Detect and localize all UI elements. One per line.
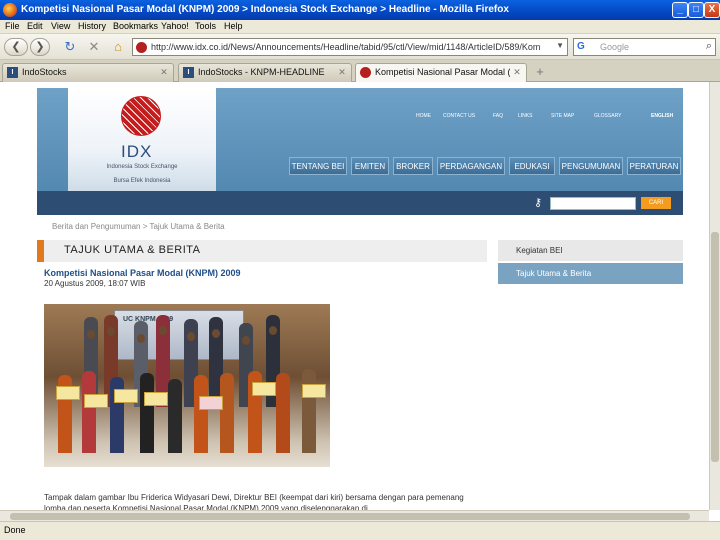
menu-bar: File Edit View History Bookmarks Yahoo! … (0, 20, 720, 34)
link-site-map[interactable]: SITE MAP (551, 113, 574, 119)
site-search-button[interactable]: CARI (641, 197, 671, 209)
indostocks-favicon: I (183, 67, 194, 78)
horizontal-scrollbar[interactable] (0, 510, 709, 521)
section-header: TAJUK UTAMA & BERITA (37, 240, 487, 262)
tab-label: Kompetisi Nasional Pasar Modal (K... (375, 67, 510, 77)
firefox-icon (3, 3, 17, 17)
tab-label: IndoStocks (22, 67, 67, 77)
tab-indostocks-knpm[interactable]: I IndoStocks - KNPM-HEADLINE ✕ (178, 63, 352, 82)
side-item-kegiatan-bei[interactable]: Kegiatan BEI (498, 240, 683, 261)
forward-button[interactable]: ❯ (30, 38, 50, 56)
menu-edit[interactable]: Edit (27, 21, 43, 31)
window-title: Kompetisi Nasional Pasar Modal (KNPM) 20… (21, 4, 509, 15)
link-english[interactable]: ENGLISH (651, 113, 673, 119)
tab-indostocks[interactable]: I IndoStocks ✕ (2, 63, 174, 82)
status-bar: Done (0, 521, 720, 540)
idx-favicon (360, 67, 371, 78)
logo-text: IDX (121, 142, 153, 161)
link-home[interactable]: HOME (416, 113, 431, 119)
site-search-input[interactable] (550, 197, 636, 210)
home-icon[interactable]: ⌂ (110, 39, 126, 55)
stop-icon[interactable]: ✕ (86, 39, 102, 55)
article-photo: UC KNPM 2009 (44, 304, 330, 467)
site-search-strip: ⚷ CARI (37, 191, 683, 215)
menu-yahoo[interactable]: Yahoo! (161, 21, 189, 31)
menu-bookmarks[interactable]: Bookmarks (113, 21, 158, 31)
menu-history[interactable]: History (78, 21, 106, 31)
site-header: IDX Indonesia Stock Exchange Bursa Efek … (37, 88, 683, 215)
idx-logo[interactable]: IDX Indonesia Stock Exchange Bursa Efek … (68, 88, 216, 191)
link-links[interactable]: LINKS (518, 113, 532, 119)
nav-emiten[interactable]: EMITEN (351, 157, 389, 175)
nav-edukasi[interactable]: EDUKASI (509, 157, 555, 175)
site-favicon (136, 42, 147, 53)
chevron-down-icon[interactable]: ▼ (556, 41, 564, 50)
tab-kompetisi[interactable]: Kompetisi Nasional Pasar Modal (K... ✕ (355, 63, 527, 82)
scroll-thumb[interactable] (711, 232, 719, 462)
link-contact-us[interactable]: CONTACT US (443, 113, 475, 119)
tab-close-icon[interactable]: ✕ (336, 66, 348, 78)
back-button[interactable]: ❮ (4, 38, 28, 56)
logo-subtitle-id: Bursa Efek Indonesia (113, 178, 171, 184)
link-faq[interactable]: FAQ (493, 113, 503, 119)
idx-logo-mark-icon (121, 96, 161, 136)
navigation-toolbar: ❮ ❯ ↻ ✕ ⌂ http://www.idx.co.id/News/Anno… (0, 34, 720, 60)
link-glossary[interactable]: GLOSSARY (594, 113, 621, 119)
nav-tentang-bei[interactable]: TENTANG BEI (289, 157, 347, 175)
logo-subtitle: Indonesia Stock Exchange (106, 164, 178, 170)
nav-broker[interactable]: BROKER (393, 157, 433, 175)
minimize-button[interactable]: _ (672, 2, 688, 18)
new-tab-icon[interactable]: + (531, 64, 549, 80)
search-placeholder: Google (600, 42, 630, 52)
tab-label: IndoStocks - KNPM-HEADLINE (198, 67, 325, 77)
side-item-tajuk-utama[interactable]: Tajuk Utama & Berita (498, 263, 683, 284)
page-content: IDX Indonesia Stock Exchange Bursa Efek … (0, 82, 709, 510)
tab-close-icon[interactable]: ✕ (511, 66, 523, 78)
key-icon: ⚷ (534, 197, 543, 209)
menu-tools[interactable]: Tools (195, 21, 216, 31)
menu-help[interactable]: Help (224, 21, 243, 31)
article-body: Tampak dalam gambar Ibu Friderica Widyas… (44, 493, 464, 510)
menu-view[interactable]: View (51, 21, 70, 31)
article-date: 20 Agustus 2009, 18:07 WIB (44, 279, 146, 288)
nav-pengumuman[interactable]: PENGUMUMAN (559, 157, 623, 175)
menu-file[interactable]: File (5, 21, 20, 31)
status-text: Done (4, 525, 26, 535)
nav-peraturan[interactable]: PERATURAN (627, 157, 681, 175)
tab-bar: I IndoStocks ✕ I IndoStocks - KNPM-HEADL… (0, 60, 720, 82)
search-icon[interactable]: ⌕ (706, 40, 712, 53)
indostocks-favicon: I (7, 67, 18, 78)
nav-perdagangan[interactable]: PERDAGANGAN (437, 157, 505, 175)
section-title: TAJUK UTAMA & BERITA (64, 244, 201, 256)
close-button[interactable]: X (704, 2, 720, 18)
vertical-scrollbar[interactable] (709, 82, 720, 510)
url-text: http://www.idx.co.id/News/Announcements/… (151, 42, 541, 52)
title-bar: Kompetisi Nasional Pasar Modal (KNPM) 20… (0, 0, 720, 20)
url-bar[interactable]: http://www.idx.co.id/News/Announcements/… (132, 38, 568, 56)
reload-icon[interactable]: ↻ (62, 39, 78, 55)
google-icon: G (577, 41, 585, 52)
breadcrumb[interactable]: Berita dan Pengumuman > Tajuk Utama & Be… (52, 222, 225, 231)
maximize-button[interactable]: □ (688, 2, 704, 18)
search-bar[interactable]: G Google ⌕ (573, 38, 716, 56)
article-title[interactable]: Kompetisi Nasional Pasar Modal (KNPM) 20… (44, 268, 241, 278)
tab-close-icon[interactable]: ✕ (158, 66, 170, 78)
scroll-thumb[interactable] (10, 513, 690, 520)
